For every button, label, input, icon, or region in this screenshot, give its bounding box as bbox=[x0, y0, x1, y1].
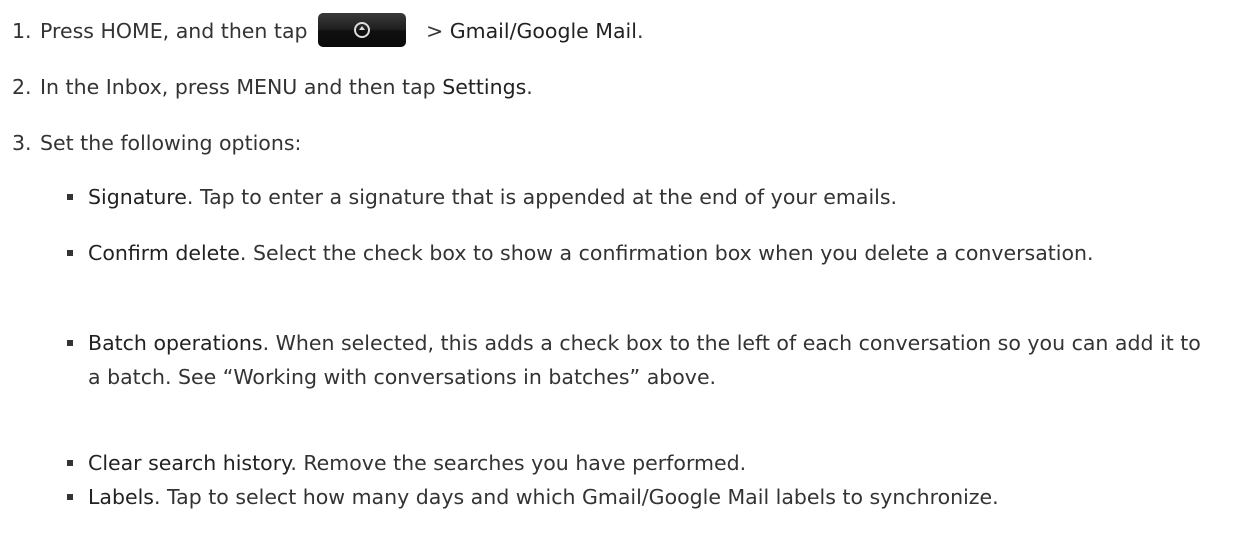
list-item: Batch operations. When selected, this ad… bbox=[67, 326, 1218, 394]
list-item: Signature. Tap to enter a signature that… bbox=[67, 180, 1218, 214]
bullet-square-icon bbox=[67, 460, 73, 466]
option-description: . Tap to enter a signature that is appen… bbox=[186, 185, 898, 209]
option-description: . Remove the searches you have performed… bbox=[290, 451, 747, 475]
bullet-square-icon bbox=[67, 340, 73, 346]
step-end: . bbox=[636, 19, 644, 43]
step-text: In the Inbox, press MENU and then tap bbox=[40, 75, 443, 99]
step-1: 1. Press HOME, and then tap > Gmail/Googl… bbox=[12, 13, 644, 47]
step-separator: > bbox=[419, 19, 450, 43]
step-end: . bbox=[526, 75, 533, 99]
all-apps-button-icon bbox=[317, 13, 406, 47]
list-item: Confirm delete. Select the check box to … bbox=[67, 236, 1218, 270]
step-number: 2. bbox=[12, 75, 32, 99]
bullet-square-icon bbox=[67, 250, 73, 256]
bullet-square-icon bbox=[67, 194, 73, 200]
option-description: . Select the check box to show a confirm… bbox=[239, 241, 1094, 265]
step-number: 1. bbox=[12, 19, 32, 43]
option-term: Confirm delete bbox=[88, 241, 240, 265]
option-term: Clear search history bbox=[88, 451, 291, 475]
step-target: Gmail/Google Mail bbox=[449, 19, 637, 43]
option-term: Signature bbox=[88, 185, 187, 209]
option-term: Labels bbox=[88, 485, 154, 509]
step-3: 3. Set the following options: bbox=[12, 128, 301, 158]
step-number: 3. bbox=[12, 131, 32, 155]
bullet-square-icon bbox=[67, 494, 73, 500]
step-target: Settings bbox=[442, 75, 527, 99]
list-item: Labels. Tap to select how many days and … bbox=[67, 480, 1218, 514]
list-item: Clear search history. Remove the searche… bbox=[67, 446, 1218, 480]
option-term: Batch operations bbox=[88, 331, 263, 355]
step-text: Press HOME, and then tap bbox=[40, 19, 308, 43]
step-2: 2. In the Inbox, press MENU and then tap … bbox=[12, 72, 533, 102]
option-description: . Tap to select how many days and which … bbox=[153, 485, 999, 509]
step-text: Set the following options: bbox=[40, 131, 302, 155]
